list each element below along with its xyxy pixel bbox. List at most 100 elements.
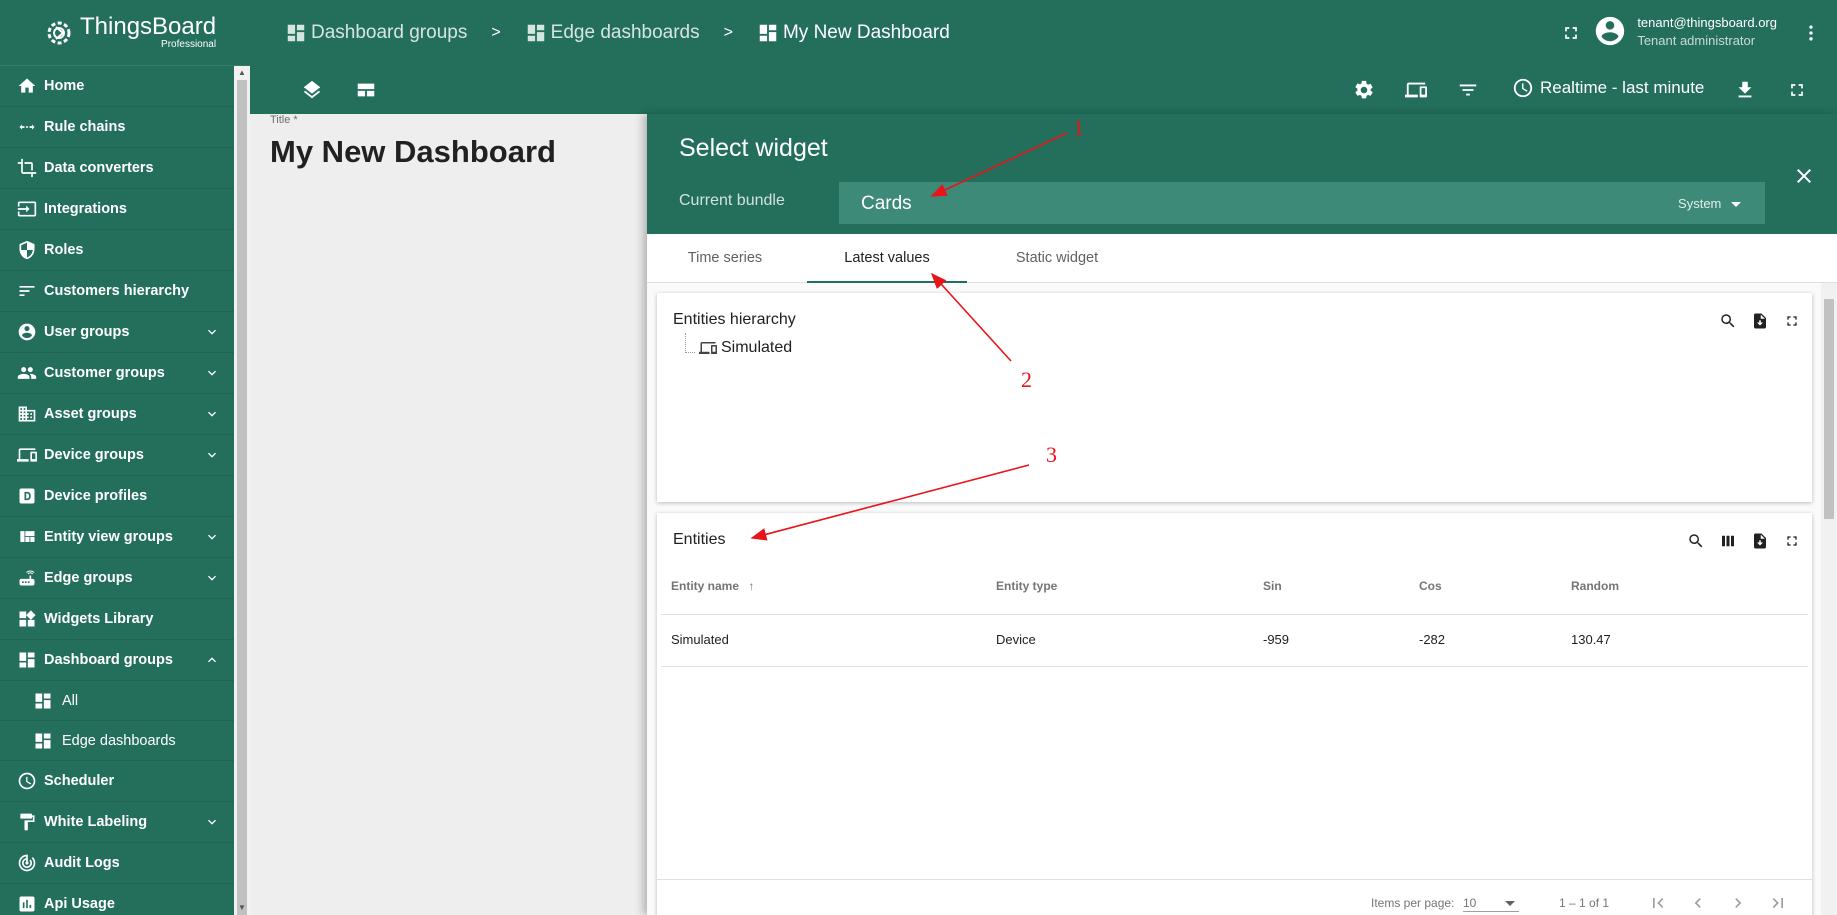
- user-menu[interactable]: tenant@thingsboard.org Tenant administra…: [1593, 14, 1777, 48]
- sidebar-item-label: Customers hierarchy: [44, 283, 190, 299]
- chevron-up-icon[interactable]: [204, 652, 220, 668]
- timewindow-button[interactable]: Realtime - last minute: [1512, 77, 1704, 99]
- sidebar-item-dashboard-groups[interactable]: Dashboard groups: [0, 640, 234, 681]
- sidebar-item-api-usage[interactable]: Api Usage: [0, 884, 234, 915]
- breadcrumb-dashboard-groups[interactable]: Dashboard groups: [285, 22, 467, 44]
- sidebar-item-customers-hierarchy[interactable]: Customers hierarchy: [0, 271, 234, 312]
- layout-icon[interactable]: [354, 78, 378, 102]
- sidebar-item-rule-chains[interactable]: Rule chains: [0, 107, 234, 148]
- sidebar-item-device-profiles[interactable]: Device profiles: [0, 476, 234, 517]
- tab-latest-values[interactable]: Latest values: [807, 234, 967, 283]
- chevron-down-icon[interactable]: [204, 570, 220, 586]
- search-icon[interactable]: [1686, 531, 1706, 551]
- items-per-page-label: Items per page:: [1371, 896, 1455, 910]
- bundle-select[interactable]: Cards System: [839, 182, 1765, 224]
- widget-card-entities[interactable]: Entities Entity name ↑ Entity type Sin C…: [657, 513, 1812, 915]
- sidebar-item-scheduler[interactable]: Scheduler: [0, 761, 234, 802]
- sidebar-item-label: Widgets Library: [44, 611, 154, 627]
- fullscreen-icon[interactable]: [1782, 311, 1802, 331]
- column-header-sin[interactable]: Sin: [1263, 579, 1282, 593]
- sidebar-item-label: Entity view groups: [44, 529, 173, 545]
- sidebar-item-asset-groups[interactable]: Asset groups: [0, 394, 234, 435]
- column-header-entity-name[interactable]: Entity name ↑: [671, 579, 754, 593]
- sidebar-item-edge-groups[interactable]: Edge groups: [0, 558, 234, 599]
- fullscreen-icon[interactable]: [1785, 78, 1809, 102]
- panel-scrollbar[interactable]: [1821, 283, 1837, 915]
- sidebar-item-edge-dashboards[interactable]: Edge dashboards: [0, 721, 234, 761]
- sidebar: ThingsBoard Professional Home Rule chains…: [0, 0, 250, 915]
- devices-icon[interactable]: [1404, 78, 1428, 102]
- scroll-down-arrow-icon[interactable]: ▼: [237, 903, 247, 913]
- select-widget-panel: Select widget Current bundle Cards Syste…: [647, 114, 1837, 915]
- sidebar-item-label: Data converters: [44, 160, 154, 176]
- user-role: Tenant administrator: [1637, 32, 1756, 48]
- sidebar-scrollbar[interactable]: ▲ ▼: [234, 66, 250, 915]
- sidebar-item-label: All: [62, 692, 79, 709]
- next-page-icon[interactable]: [1727, 892, 1749, 914]
- schedule-icon: [16, 770, 38, 792]
- more-vert-icon[interactable]: [1799, 21, 1823, 45]
- export-file-icon[interactable]: [1750, 311, 1770, 331]
- sidebar-item-audit-logs[interactable]: Audit Logs: [0, 843, 234, 884]
- logo[interactable]: ThingsBoard Professional: [0, 0, 250, 66]
- search-icon[interactable]: [1718, 311, 1738, 331]
- sidebar-item-label: Integrations: [44, 201, 127, 217]
- sidebar-item-label: Device profiles: [44, 488, 148, 504]
- shield-icon: [16, 239, 38, 261]
- previous-page-icon[interactable]: [1687, 892, 1709, 914]
- chevron-down-icon[interactable]: [204, 814, 220, 830]
- filter-list-icon[interactable]: [1456, 78, 1480, 102]
- logo-edition: Professional: [161, 39, 217, 50]
- home-icon: [16, 75, 38, 97]
- sidebar-item-label: Asset groups: [44, 406, 137, 422]
- header-divider: [661, 614, 1808, 615]
- view-column-icon[interactable]: [1718, 531, 1738, 551]
- fullscreen-icon[interactable]: [1559, 21, 1583, 45]
- widget-card-entities-hierarchy[interactable]: Entities hierarchy Simulated: [657, 293, 1812, 502]
- tab-time-series[interactable]: Time series: [665, 234, 785, 283]
- tree-node[interactable]: Simulated: [685, 333, 792, 357]
- sidebar-item-label: Api Usage: [44, 896, 115, 912]
- settings-icon[interactable]: [1352, 78, 1376, 102]
- first-page-icon[interactable]: [1647, 892, 1669, 914]
- layers-icon[interactable]: [300, 78, 324, 102]
- sidebar-item-all[interactable]: All: [0, 681, 234, 721]
- export-file-icon[interactable]: [1750, 531, 1770, 551]
- sidebar-item-entity-view-groups[interactable]: Entity view groups: [0, 517, 234, 558]
- sidebar-item-data-converters[interactable]: Data converters: [0, 148, 234, 189]
- tab-static-widget[interactable]: Static widget: [987, 234, 1127, 283]
- close-icon[interactable]: [1792, 164, 1816, 188]
- arrow-drop-down-icon: [1731, 202, 1741, 208]
- chevron-down-icon[interactable]: [204, 324, 220, 340]
- dashboard-title-input[interactable]: My New Dashboard: [270, 134, 556, 170]
- sidebar-item-home[interactable]: Home: [0, 66, 234, 107]
- sidebar-item-device-groups[interactable]: Device groups: [0, 435, 234, 476]
- tree-connector: [685, 333, 695, 353]
- last-page-icon[interactable]: [1767, 892, 1789, 914]
- column-header-random[interactable]: Random: [1571, 579, 1619, 593]
- sidebar-item-user-groups[interactable]: User groups: [0, 312, 234, 353]
- column-header-cos[interactable]: Cos: [1419, 579, 1442, 593]
- timewindow-label: Realtime - last minute: [1540, 78, 1705, 97]
- column-header-entity-type[interactable]: Entity type: [996, 579, 1057, 593]
- devices-icon: [16, 444, 38, 466]
- widgets-icon: [16, 608, 38, 630]
- scroll-up-arrow-icon[interactable]: ▲: [237, 68, 247, 78]
- items-per-page-select[interactable]: 10: [1463, 890, 1519, 912]
- widget-title: Entities: [673, 531, 726, 548]
- fullscreen-icon[interactable]: [1782, 531, 1802, 551]
- sidebar-item-roles[interactable]: Roles: [0, 230, 234, 271]
- panel-scroll-thumb[interactable]: [1824, 299, 1834, 519]
- breadcrumb-current-dashboard: My New Dashboard: [757, 22, 950, 44]
- sidebar-scroll-thumb[interactable]: [237, 80, 247, 915]
- sidebar-item-widgets-library[interactable]: Widgets Library: [0, 599, 234, 640]
- sidebar-item-customer-groups[interactable]: Customer groups: [0, 353, 234, 394]
- download-icon[interactable]: [1733, 78, 1757, 102]
- chevron-down-icon[interactable]: [204, 529, 220, 545]
- chevron-down-icon[interactable]: [204, 406, 220, 422]
- sidebar-item-white-labeling[interactable]: White Labeling: [0, 802, 234, 843]
- sidebar-item-integrations[interactable]: Integrations: [0, 189, 234, 230]
- chevron-down-icon[interactable]: [204, 447, 220, 463]
- chevron-down-icon[interactable]: [204, 365, 220, 381]
- breadcrumb-edge-dashboards[interactable]: Edge dashboards: [525, 22, 700, 44]
